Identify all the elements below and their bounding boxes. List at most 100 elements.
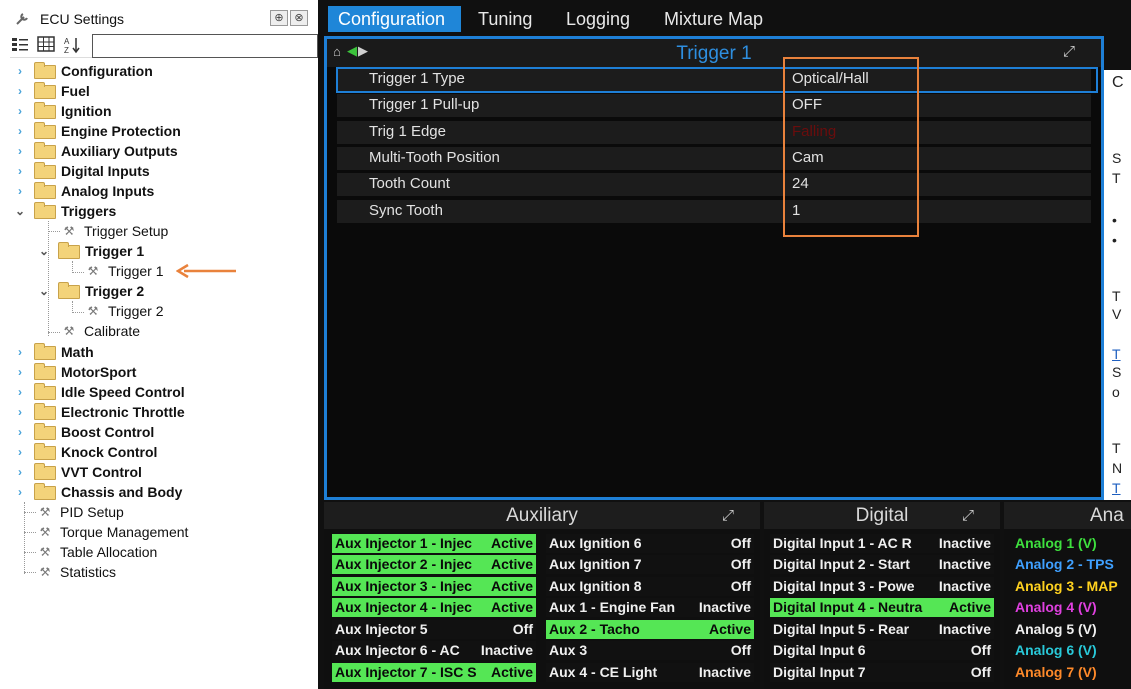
- tree-item-trigger-setup[interactable]: ⚒ Trigger Setup: [62, 221, 302, 241]
- tree-item-motorsport[interactable]: › MotorSport: [14, 362, 304, 382]
- help-link[interactable]: T: [1112, 346, 1121, 362]
- close-icon[interactable]: ⊗: [290, 10, 308, 26]
- tree-item-vvt-control[interactable]: › VVT Control: [14, 462, 304, 482]
- tab-mixture-map[interactable]: Mixture Map: [654, 6, 773, 32]
- help-text: T: [1112, 440, 1121, 456]
- tree-item-trigger-1[interactable]: ⚒ Trigger 1: [86, 261, 186, 281]
- help-text: T: [1112, 288, 1121, 304]
- chevron-right-icon[interactable]: ›: [14, 121, 26, 141]
- wrench-icon: ⚒: [39, 545, 51, 559]
- auxiliary-title: Auxiliary: [506, 505, 578, 526]
- maximize-icon[interactable]: ⤢: [962, 502, 974, 529]
- chevron-right-icon[interactable]: ›: [14, 61, 26, 81]
- tree-item-boost-control[interactable]: › Boost Control: [14, 422, 304, 442]
- help-text: •: [1112, 212, 1117, 228]
- aux-output-cell: Aux 4 - CE Light Inactive: [546, 663, 754, 682]
- main-tabs: Configuration Tuning Logging Mixture Map: [318, 6, 1118, 34]
- tree-item-math[interactable]: › Math: [14, 342, 304, 362]
- grid-view-icon[interactable]: [36, 36, 56, 56]
- setting-row[interactable]: Trigger 1 Pull-up OFF: [337, 94, 1091, 117]
- tree-item-ignition[interactable]: › Ignition: [14, 101, 304, 121]
- aux-output-cell: Aux Injector 5 Off: [332, 620, 536, 639]
- chevron-right-icon[interactable]: ›: [14, 362, 26, 382]
- tree-item-auxiliary-outputs[interactable]: › Auxiliary Outputs: [14, 141, 304, 161]
- folder-icon: [34, 363, 56, 380]
- aux-output-cell: Aux Injector 7 - ISC S Active: [332, 663, 536, 682]
- tree-item-calibrate[interactable]: ⚒ Calibrate: [62, 321, 302, 341]
- tree-item-trigger-1-group[interactable]: ⌄ Trigger 1: [38, 241, 298, 261]
- chevron-right-icon[interactable]: ›: [14, 81, 26, 101]
- trigger-panel-title: Trigger 1: [676, 43, 752, 64]
- analog-panel: Ana Analog 1 (V) Analog 2 - TPS Analog 3…: [1004, 502, 1131, 689]
- setting-name: Trig 1 Edge: [369, 123, 446, 140]
- chevron-right-icon[interactable]: ›: [14, 462, 26, 482]
- tab-logging[interactable]: Logging: [556, 6, 640, 32]
- folder-icon: [34, 162, 56, 179]
- chevron-right-icon[interactable]: ›: [14, 181, 26, 201]
- chevron-right-icon[interactable]: ›: [14, 402, 26, 422]
- setting-row[interactable]: Multi-Tooth Position Cam: [337, 147, 1091, 170]
- chevron-right-icon[interactable]: ›: [14, 442, 26, 462]
- pin-icon[interactable]: ⊕: [270, 10, 288, 26]
- help-text: S: [1112, 150, 1122, 166]
- chevron-down-icon[interactable]: ⌄: [38, 281, 50, 301]
- chevron-right-icon[interactable]: ›: [14, 342, 26, 362]
- setting-row[interactable]: Sync Tooth 1: [337, 200, 1091, 223]
- analog-input-cell: Analog 6 (V): [1015, 642, 1097, 658]
- tree-item-table-allocation[interactable]: ⚒ Table Allocation: [38, 542, 298, 562]
- setting-row[interactable]: Trig 1 Edge Falling: [337, 121, 1091, 144]
- tree-item-configuration[interactable]: › Configuration: [14, 61, 304, 81]
- tree-item-knock-control[interactable]: › Knock Control: [14, 442, 304, 462]
- chevron-down-icon[interactable]: ⌄: [14, 201, 26, 221]
- folder-icon: [34, 463, 56, 480]
- chevron-right-icon[interactable]: ›: [14, 422, 26, 442]
- folder-open-icon: [34, 202, 56, 219]
- digital-input-cell: Digital Input 2 - Start Inactive: [770, 555, 994, 574]
- ecu-settings-title: ECU Settings: [40, 11, 125, 27]
- setting-name: Trigger 1 Pull-up: [369, 96, 480, 113]
- tree-item-digital-inputs[interactable]: › Digital Inputs: [14, 161, 304, 181]
- chevron-down-icon[interactable]: ⌄: [38, 241, 50, 261]
- wrench-icon: ⚒: [63, 224, 75, 238]
- sort-az-icon[interactable]: AZ: [62, 36, 82, 56]
- wrench-icon: [14, 11, 30, 32]
- wrench-icon: ⚒: [87, 304, 99, 318]
- folder-icon: [34, 483, 56, 500]
- tree-item-analog-inputs[interactable]: › Analog Inputs: [14, 181, 304, 201]
- tree-item-torque-management[interactable]: ⚒ Torque Management: [38, 522, 298, 542]
- folder-icon: [34, 182, 56, 199]
- tree-item-statistics[interactable]: ⚒ Statistics: [38, 562, 298, 582]
- svg-text:Z: Z: [64, 46, 69, 54]
- maximize-icon[interactable]: ⤢: [1063, 43, 1075, 60]
- tree-item-trigger-2-group[interactable]: ⌄ Trigger 2: [38, 281, 298, 301]
- tree-search-input[interactable]: [92, 34, 318, 58]
- tree-item-chassis-and-body[interactable]: › Chassis and Body: [14, 482, 304, 502]
- help-text: N: [1112, 460, 1123, 476]
- aux-output-cell: Aux Ignition 7 Off: [546, 555, 754, 574]
- tree-item-engine-protection[interactable]: › Engine Protection: [14, 121, 304, 141]
- analog-input-cell: Analog 5 (V): [1015, 621, 1097, 637]
- tab-tuning[interactable]: Tuning: [468, 6, 542, 32]
- chevron-right-icon[interactable]: ›: [14, 482, 26, 502]
- setting-name: Multi-Tooth Position: [369, 149, 500, 166]
- chevron-right-icon[interactable]: ›: [14, 382, 26, 402]
- tree-item-electronic-throttle[interactable]: › Electronic Throttle: [14, 402, 304, 422]
- setting-row[interactable]: Tooth Count 24: [337, 173, 1091, 196]
- selected-row-highlight: [336, 67, 1098, 93]
- maximize-icon[interactable]: ⤢: [722, 502, 734, 529]
- chevron-right-icon[interactable]: ›: [14, 161, 26, 181]
- folder-open-icon: [58, 242, 80, 259]
- tree-item-triggers[interactable]: ⌄ Triggers: [14, 201, 304, 221]
- tab-configuration[interactable]: Configuration: [328, 6, 461, 32]
- tree-item-idle-speed-control[interactable]: › Idle Speed Control: [14, 382, 304, 402]
- help-link[interactable]: T: [1112, 480, 1121, 496]
- analog-input-cell: Analog 2 - TPS: [1015, 556, 1114, 572]
- chevron-right-icon[interactable]: ›: [14, 141, 26, 161]
- tree-item-pid-setup[interactable]: ⚒ PID Setup: [38, 502, 298, 522]
- tree-item-trigger-2[interactable]: ⚒ Trigger 2: [86, 301, 286, 321]
- chevron-right-icon[interactable]: ›: [14, 101, 26, 121]
- folder-icon: [34, 343, 56, 360]
- categorized-view-icon[interactable]: [10, 36, 30, 56]
- tree-item-fuel[interactable]: › Fuel: [14, 81, 304, 101]
- auxiliary-header: Auxiliary ⤢: [324, 502, 760, 529]
